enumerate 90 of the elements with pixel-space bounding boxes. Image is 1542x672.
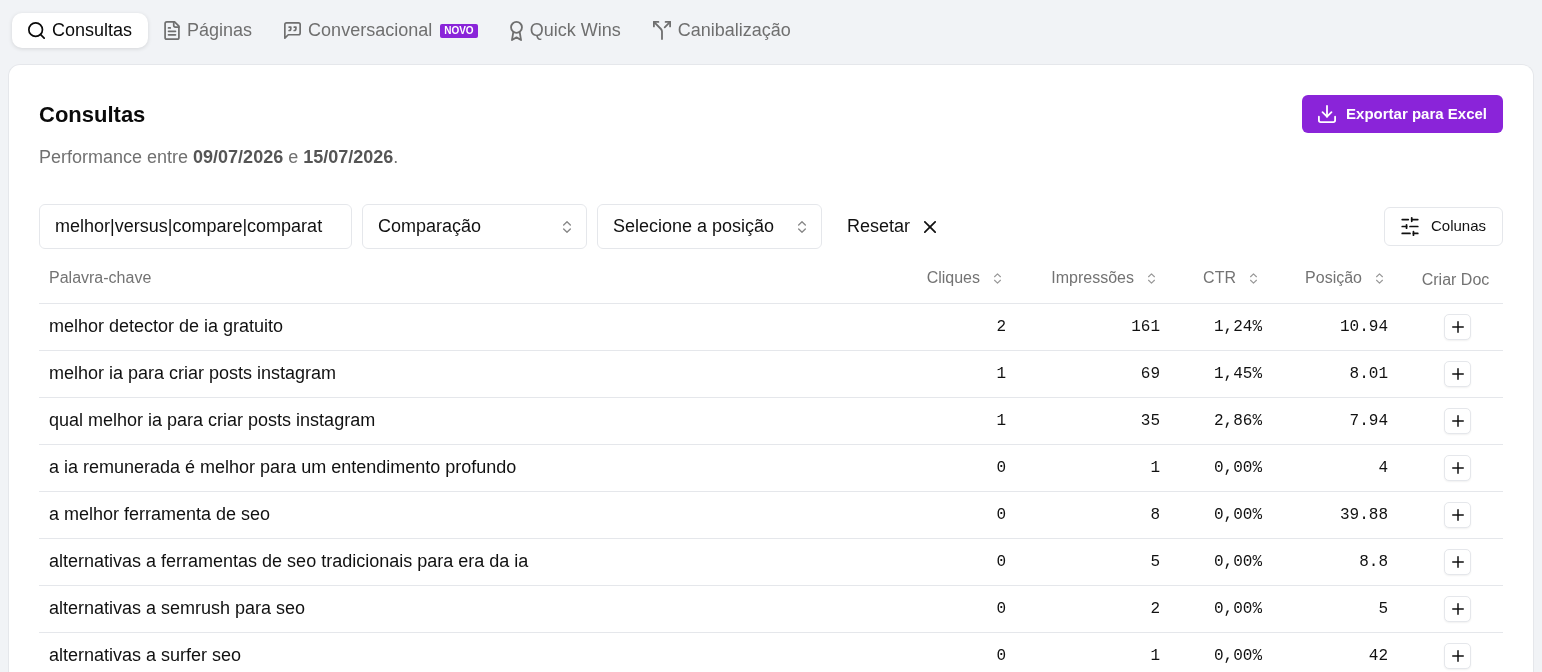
table-cell: 2,86% [1214, 412, 1262, 430]
columns-button[interactable]: Colunas [1383, 207, 1503, 246]
table-cell: 8 [1150, 506, 1160, 524]
column-header[interactable]: Posição [1305, 266, 1383, 291]
table-cell: 2 [1150, 600, 1160, 618]
plus-icon [1451, 367, 1464, 380]
keyword-text: qual melhor ia para criar posts instagram [49, 410, 376, 430]
keyword-text: melhor ia para criar posts instagram [49, 363, 337, 383]
table-cell: 1 [1150, 459, 1160, 477]
plus-icon [1451, 414, 1464, 427]
plus-icon [1451, 461, 1464, 474]
table-cell: 0,00% [1214, 506, 1262, 524]
table-cell: 1 [996, 365, 1006, 383]
table-cell: 7.94 [1349, 412, 1388, 430]
table-cell: 0,00% [1214, 459, 1262, 477]
reset-button[interactable]: Resetar [837, 204, 947, 249]
table-cell: 0 [996, 459, 1006, 477]
document-icon [164, 21, 181, 40]
table-cell: 5 [1150, 553, 1160, 571]
create-doc-button[interactable] [1444, 313, 1471, 340]
create-doc-button[interactable] [1444, 454, 1471, 481]
create-doc-button[interactable] [1444, 407, 1471, 434]
create-doc-button[interactable] [1444, 360, 1471, 387]
table-cell: 1 [996, 412, 1006, 430]
table-cell: 0 [996, 506, 1006, 524]
column-header[interactable]: Cliques [926, 266, 1001, 291]
table-cell: 35 [1140, 412, 1160, 430]
search-field[interactable]: melhor|versus|compare|comparat [39, 204, 352, 249]
keyword-text: alternativas a surfer seo [49, 645, 242, 665]
keyword-text: melhor detector de ia gratuito [49, 316, 284, 336]
dropdown[interactable]: Selecione a posição [597, 204, 822, 249]
table-cell: 2 [996, 318, 1006, 336]
tab[interactable]: Canibalização [636, 13, 807, 48]
keyword-text: a ia remunerada é melhor para um entendimento profundo [49, 457, 517, 477]
plus-icon [1451, 320, 1464, 333]
column-header[interactable]: Impressões [1051, 266, 1155, 291]
page-title: Consultas [39, 100, 146, 129]
tab[interactable]: Consultas [12, 13, 149, 48]
sort-icon [563, 220, 571, 233]
table-cell: 0 [996, 600, 1006, 618]
table-cell: 8.8 [1359, 553, 1388, 571]
sliders-icon [1400, 217, 1419, 236]
table-cell: 4 [1378, 459, 1388, 477]
table-cell: 0,00% [1214, 600, 1262, 618]
sort-icon [994, 272, 1001, 284]
table-cell: 0 [996, 647, 1006, 665]
table-cell: 42 [1368, 647, 1388, 665]
table-cell: 0,00% [1214, 553, 1262, 571]
table-cell: 1,45% [1214, 365, 1262, 383]
column-header: Criar Doc [1421, 269, 1490, 290]
close-icon [924, 220, 937, 233]
keyword-text: alternativas a semrush para seo [49, 598, 306, 618]
export-button[interactable]: Exportar para Excel [1302, 95, 1503, 133]
date-range-text: Performance entre 09/07/2026 e 15/07/2026. [39, 146, 400, 169]
plus-icon [1451, 649, 1464, 662]
create-doc-button[interactable] [1444, 595, 1471, 622]
plus-icon [1451, 602, 1464, 615]
ribbon-icon [509, 20, 523, 41]
search-icon [28, 22, 45, 39]
tab[interactable]: Quick Wins [493, 13, 637, 48]
table-cell: 8.01 [1349, 365, 1388, 383]
table-cell: 161 [1131, 318, 1160, 336]
tab[interactable]: Páginas [148, 13, 269, 48]
sort-icon [1148, 272, 1155, 284]
keyword-text: alternativas a ferramentas de seo tradicionais para era da ia [49, 551, 529, 571]
table-cell: 0,00% [1214, 647, 1262, 665]
sort-icon [798, 220, 806, 233]
sort-icon [1376, 272, 1383, 284]
chat-quote-icon [284, 22, 302, 39]
dropdown[interactable]: Comparação [362, 204, 587, 249]
new-badge: NOVO [440, 23, 478, 38]
table-cell: 1,24% [1214, 318, 1262, 336]
download-icon [1318, 105, 1337, 123]
table-cell: 10.94 [1340, 318, 1388, 336]
plus-icon [1451, 508, 1464, 521]
table-cell: 5 [1378, 600, 1388, 618]
create-doc-button[interactable] [1444, 501, 1471, 528]
column-header: Palavra-chave [49, 268, 152, 289]
keyword-text: a melhor ferramenta de seo [49, 504, 271, 524]
table-cell: 69 [1140, 365, 1160, 383]
create-doc-button[interactable] [1444, 548, 1471, 575]
table-cell: 39.88 [1340, 506, 1388, 524]
table-cell: 1 [1150, 647, 1160, 665]
create-doc-button[interactable] [1444, 642, 1471, 669]
tab[interactable]: Conversacional NOVO [268, 13, 494, 48]
column-header[interactable]: CTR [1203, 266, 1257, 291]
split-arrows-icon [652, 21, 671, 40]
plus-icon [1451, 555, 1464, 568]
sort-icon [1250, 272, 1257, 284]
table-cell: 0 [996, 553, 1006, 571]
